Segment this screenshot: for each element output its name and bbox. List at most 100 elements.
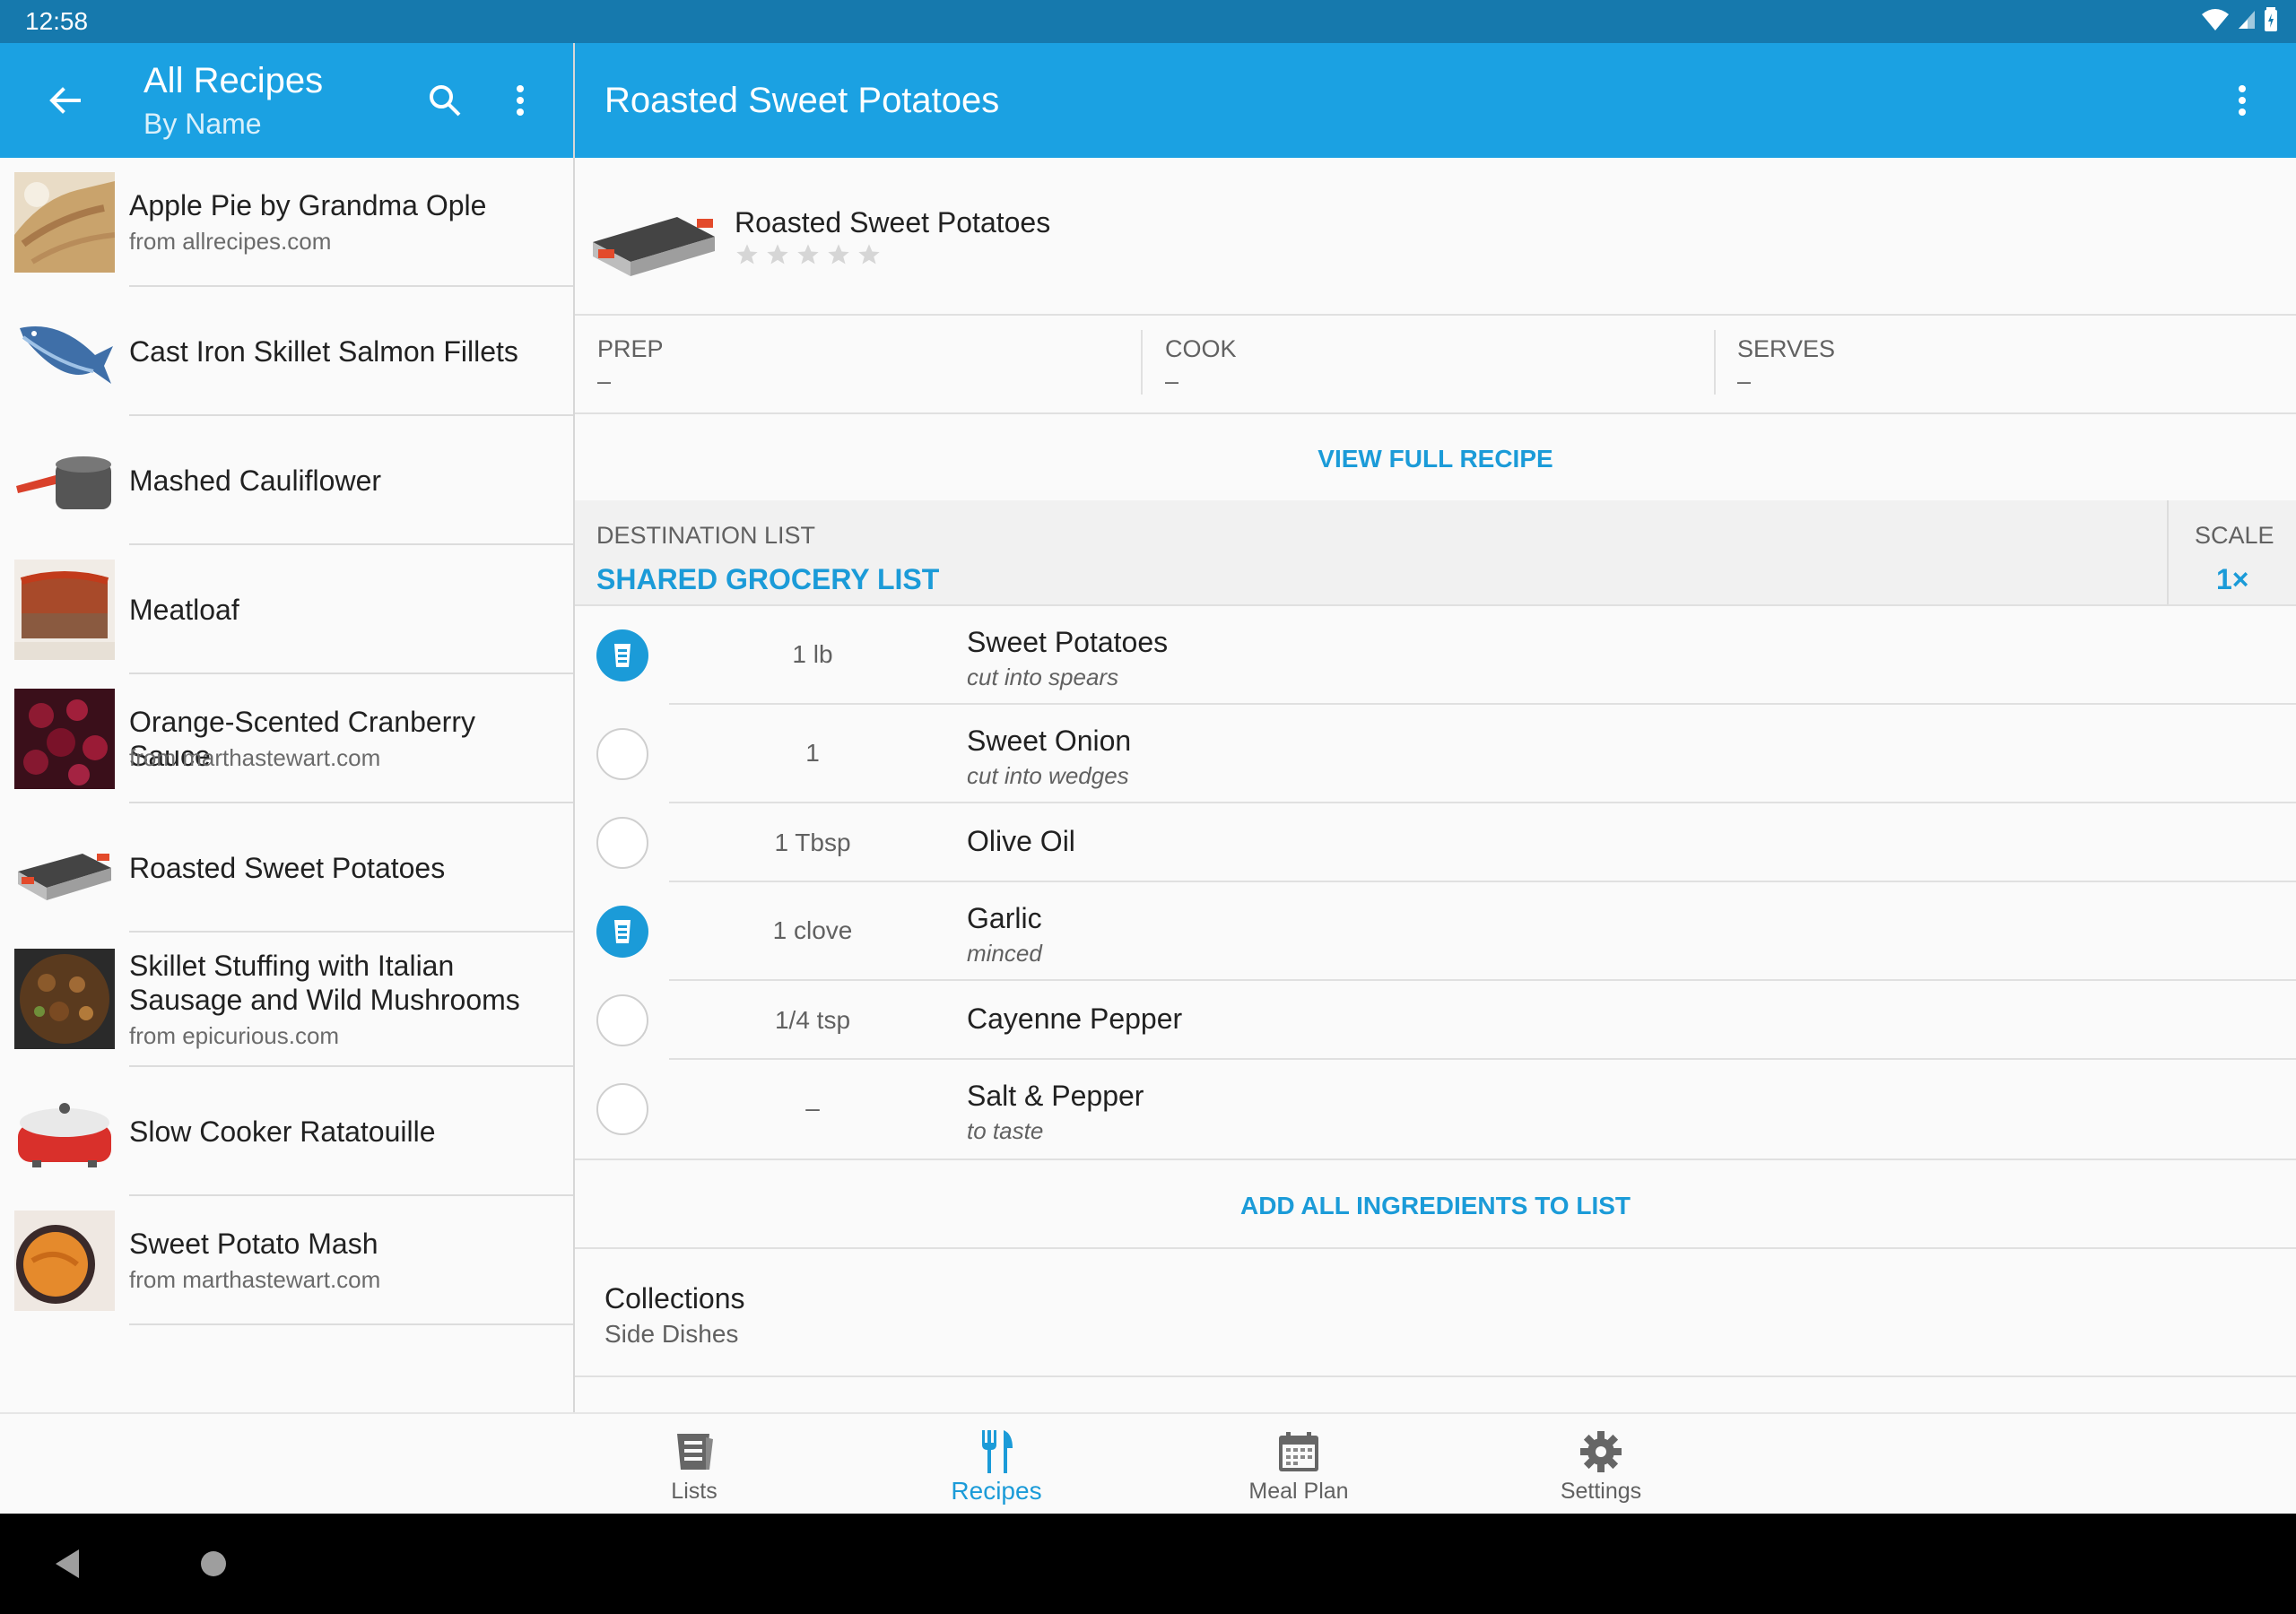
scale-selector[interactable]: 1× [2216, 563, 2248, 596]
ingredient-quantity: 1/4 tsp [774, 1006, 851, 1034]
page-title: All Recipes [144, 61, 324, 100]
divider [575, 1375, 2296, 1377]
recipe-list-item[interactable]: Apple Pie by Grandma Ople from allrecipe… [0, 158, 573, 287]
meatloaf-photo [14, 560, 115, 660]
nav-label: Settings [1560, 1479, 1642, 1504]
nav-meal-plan[interactable]: Meal Plan [1209, 1414, 1388, 1515]
nav-settings[interactable]: Settings [1511, 1414, 1691, 1515]
ingredient-note: cut into spears [967, 664, 1119, 690]
recipe-detail-app-bar: Roasted Sweet Potatoes [575, 43, 2296, 158]
ingredient-quantity: 1 [805, 739, 820, 767]
star-icon[interactable] [857, 242, 882, 267]
recipe-source: from marthastewart.com [129, 744, 381, 771]
search-button[interactable] [418, 74, 472, 127]
ingredient-quantity: 1 Tbsp [774, 829, 851, 856]
recipe-list-item[interactable]: Sweet Potato Mash from marthastewart.com [0, 1196, 573, 1325]
ingredient-row[interactable]: 1/4 tsp Cayenne Pepper [575, 981, 2296, 1060]
star-icon[interactable] [765, 242, 790, 267]
back-button[interactable] [39, 79, 90, 122]
status-bar: 12:58 [0, 0, 2296, 43]
bottom-navigation: Lists Recipes Meal Plan Settings [0, 1412, 2296, 1514]
recipe-name: Skillet Stuffing with Italian Sausage an… [129, 950, 520, 1016]
sort-subtitle: By Name [144, 108, 262, 140]
divider [2167, 500, 2169, 604]
ingredient-row[interactable]: 1 Tbsp Olive Oil [575, 803, 2296, 882]
divider [129, 1323, 573, 1325]
ingredient-checkbox[interactable] [596, 1083, 648, 1135]
more-vert-icon [517, 85, 524, 116]
ingredient-name: Garlic [967, 902, 1042, 934]
prep-value: – [597, 368, 612, 395]
ingredient-name: Olive Oil [967, 825, 1075, 857]
recipe-list-item[interactable]: Cast Iron Skillet Salmon Fillets [0, 287, 573, 416]
detail-overflow-menu-button[interactable] [2215, 74, 2269, 127]
fork-knife-icon [970, 1427, 1023, 1477]
recipe-source: from marthastewart.com [129, 1266, 381, 1293]
list-icon [614, 644, 631, 667]
ingredient-row[interactable]: – Salt & Pepper to taste [575, 1060, 2296, 1158]
overflow-menu-button[interactable] [493, 74, 547, 127]
recipes-app-bar: All Recipes By Name [0, 43, 573, 158]
ingredient-note: cut into wedges [967, 762, 1129, 789]
battery-icon [2265, 7, 2277, 31]
ingredient-row[interactable]: 1 Sweet Onion cut into wedges [575, 705, 2296, 803]
view-full-recipe-button[interactable]: VIEW FULL RECIPE [575, 445, 2296, 473]
rating-stars[interactable] [735, 242, 882, 267]
fish-icon [14, 301, 115, 402]
collections-label[interactable]: Collections [604, 1282, 745, 1315]
star-icon[interactable] [735, 242, 760, 267]
nav-label: Recipes [951, 1477, 1042, 1505]
destination-list-selector[interactable]: SHARED GROCERY LIST [596, 563, 939, 596]
ingredient-row[interactable]: 1 clove Garlic minced [575, 882, 2296, 981]
ingredient-checkbox[interactable] [596, 629, 648, 681]
destination-list-label: DESTINATION LIST [596, 522, 816, 549]
ingredient-checkbox[interactable] [596, 728, 648, 780]
triangle-back-icon [56, 1549, 79, 1578]
recipe-name: Mashed Cauliflower [129, 464, 382, 497]
recipe-list-item[interactable]: Orange-Scented Cranberry Sauce from mart… [0, 674, 573, 803]
recipe-list-item[interactable]: Roasted Sweet Potatoes [0, 803, 573, 933]
system-navigation-bar [0, 1514, 2296, 1614]
recipe-list-item[interactable]: Skillet Stuffing with Italian Sausage an… [0, 933, 573, 1067]
status-time: 12:58 [25, 7, 89, 35]
nav-label: Lists [671, 1479, 718, 1504]
ingredient-row[interactable]: 1 lb Sweet Potatoes cut into spears [575, 606, 2296, 705]
roasting-pan-icon [14, 818, 115, 918]
ingredient-checkbox[interactable] [596, 817, 648, 869]
serves-value: – [1737, 368, 1752, 395]
nav-lists[interactable]: Lists [604, 1414, 784, 1515]
nav-label: Meal Plan [1248, 1479, 1349, 1504]
ingredient-name: Cayenne Pepper [967, 1002, 1183, 1035]
recipe-list: Apple Pie by Grandma Ople from allrecipe… [0, 158, 573, 1412]
roasting-pan-icon [589, 190, 718, 285]
recipe-list-item[interactable]: Slow Cooker Ratatouille [0, 1067, 573, 1196]
ingredient-name: Salt & Pepper [967, 1080, 1144, 1112]
nav-recipes[interactable]: Recipes [907, 1414, 1086, 1515]
recipe-list-item[interactable]: Mashed Cauliflower [0, 416, 573, 545]
star-icon[interactable] [826, 242, 851, 267]
ingredient-checkbox[interactable] [596, 906, 648, 958]
recipe-name: Meatloaf [129, 594, 239, 626]
destination-list-bar: DESTINATION LIST SHARED GROCERY LIST SCA… [575, 500, 2296, 604]
list-icon [667, 1427, 721, 1477]
divider [1714, 330, 1716, 395]
more-vert-icon [2239, 85, 2246, 116]
add-all-ingredients-button[interactable]: ADD ALL INGREDIENTS TO LIST [575, 1192, 2296, 1220]
recipe-list-item[interactable]: Meatloaf [0, 545, 573, 674]
cranberry-photo [14, 689, 115, 789]
ingredient-quantity: – [805, 1094, 820, 1122]
star-icon[interactable] [796, 242, 821, 267]
ingredient-checkbox[interactable] [596, 994, 648, 1046]
recipe-name: Apple Pie by Grandma Ople [129, 189, 487, 221]
collections-value: Side Dishes [604, 1320, 739, 1348]
divider [575, 412, 2296, 414]
recipe-title: Roasted Sweet Potatoes [604, 81, 1000, 120]
apple-pie-photo [14, 172, 115, 273]
divider [575, 1158, 2296, 1160]
ingredient-name: Sweet Onion [967, 725, 1132, 757]
divider [1141, 330, 1143, 395]
recipe-name: Sweet Potato Mash [129, 1228, 378, 1260]
system-home-button[interactable] [199, 1549, 228, 1583]
home-circle-icon [201, 1551, 226, 1576]
system-back-button[interactable] [52, 1548, 83, 1584]
